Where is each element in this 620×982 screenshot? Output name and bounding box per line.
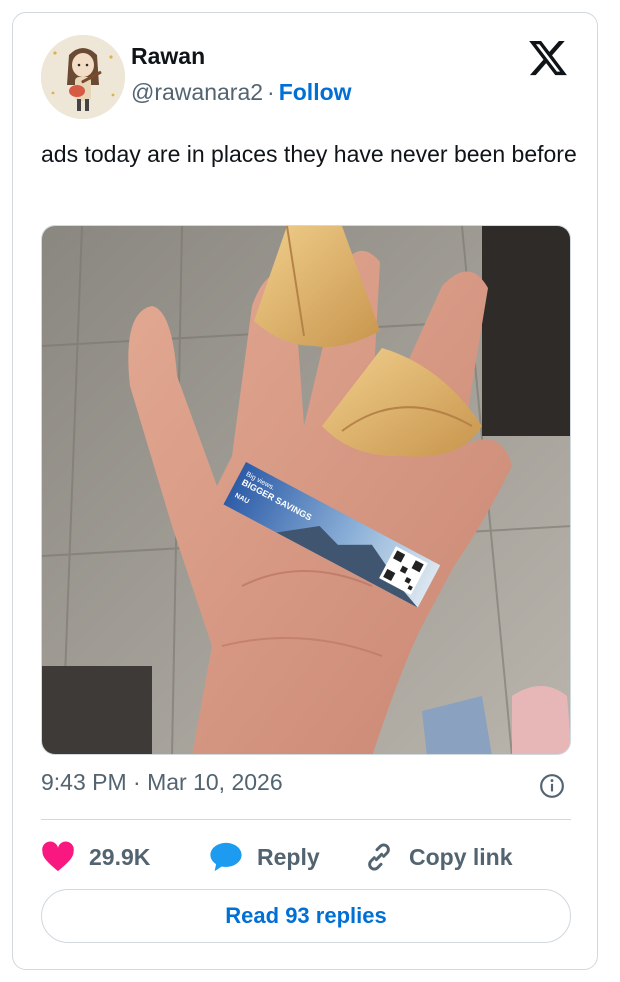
divider (41, 819, 571, 820)
author-name[interactable]: Rawan (131, 43, 205, 70)
reply-label: Reply (257, 843, 320, 870)
photo-fortune-cookie-ad: Big views. BIGGER SAVINGS NAU (42, 226, 570, 754)
tweet-timestamp[interactable]: 9:43 PM · Mar 10, 2026 (41, 769, 283, 796)
copy-link-button[interactable]: Copy link (363, 839, 513, 875)
like-count: 29.9K (89, 843, 151, 870)
tweet-photo[interactable]: Big views. BIGGER SAVINGS NAU (41, 225, 571, 755)
link-icon (368, 843, 390, 871)
like-button[interactable]: 29.9K (41, 839, 150, 875)
follow-button[interactable]: Follow (279, 79, 352, 105)
reply-bubble-icon (210, 842, 242, 872)
tweet-card: Rawan @rawanara2 · Follow ads today are in… (12, 12, 598, 970)
action-bar: 29.9K Reply Copy link (41, 839, 571, 875)
author-avatar[interactable] (41, 35, 125, 119)
separator-dot: · (267, 79, 275, 105)
reply-button[interactable]: Reply (209, 839, 320, 875)
copy-link-label: Copy link (409, 843, 513, 870)
read-replies-button[interactable]: Read 93 replies (41, 889, 571, 943)
tweet-text: ads today are in places they have never … (41, 141, 577, 167)
x-logo-icon[interactable] (527, 37, 569, 79)
author-meta-line: @rawanara2 · Follow (131, 79, 352, 106)
author-handle[interactable]: @rawanara2 (131, 79, 263, 105)
info-icon[interactable] (539, 773, 565, 799)
heart-icon (42, 841, 74, 872)
